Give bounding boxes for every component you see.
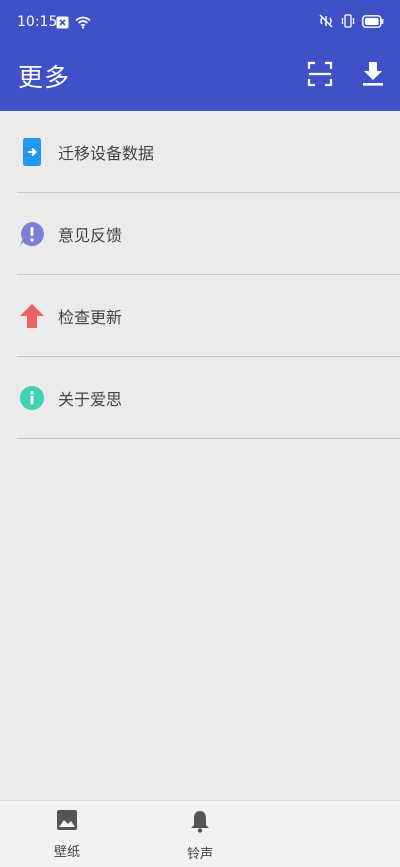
nav-wallpaper[interactable]: 壁纸 [27, 809, 107, 860]
app-bar: 10:15 更多 [0, 0, 400, 111]
menu-item-label: 迁移设备数据 [58, 144, 155, 163]
notification-icon [56, 14, 69, 33]
scan-icon [306, 61, 334, 92]
status-bar: 10:15 [0, 0, 400, 44]
mute-vibrate-icon [318, 13, 334, 32]
menu-item-transfer-data[interactable]: 迁移设备数据 [0, 111, 400, 193]
download-button[interactable] [360, 60, 386, 88]
nav-label: 壁纸 [53, 845, 80, 860]
more-menu: 迁移设备数据 意见反馈 检查更新 关于爱思 [0, 111, 400, 439]
menu-item-about[interactable]: 关于爱思 [0, 357, 400, 439]
feedback-icon [19, 221, 45, 247]
info-icon [19, 385, 45, 411]
menu-item-feedback[interactable]: 意见反馈 [0, 193, 400, 275]
bottom-nav: 壁纸 铃声 [0, 800, 400, 867]
wifi-icon [75, 14, 91, 33]
status-time: 10:15 [17, 14, 58, 30]
download-icon [360, 62, 386, 92]
nav-label: 铃声 [186, 847, 213, 862]
menu-item-check-update[interactable]: 检查更新 [0, 275, 400, 357]
bell-icon [189, 809, 211, 837]
page-title: 更多 [18, 63, 71, 92]
menu-item-label: 关于爱思 [58, 390, 123, 409]
divider [17, 438, 400, 439]
transfer-icon [19, 138, 45, 166]
wallpaper-icon [56, 809, 78, 835]
battery-icon [362, 13, 384, 32]
menu-item-label: 检查更新 [58, 308, 123, 327]
scan-button[interactable] [306, 60, 334, 88]
menu-item-label: 意见反馈 [58, 226, 123, 245]
vibrate-icon [340, 13, 356, 32]
nav-ringtone[interactable]: 铃声 [160, 809, 240, 862]
update-arrow-icon [19, 303, 45, 329]
